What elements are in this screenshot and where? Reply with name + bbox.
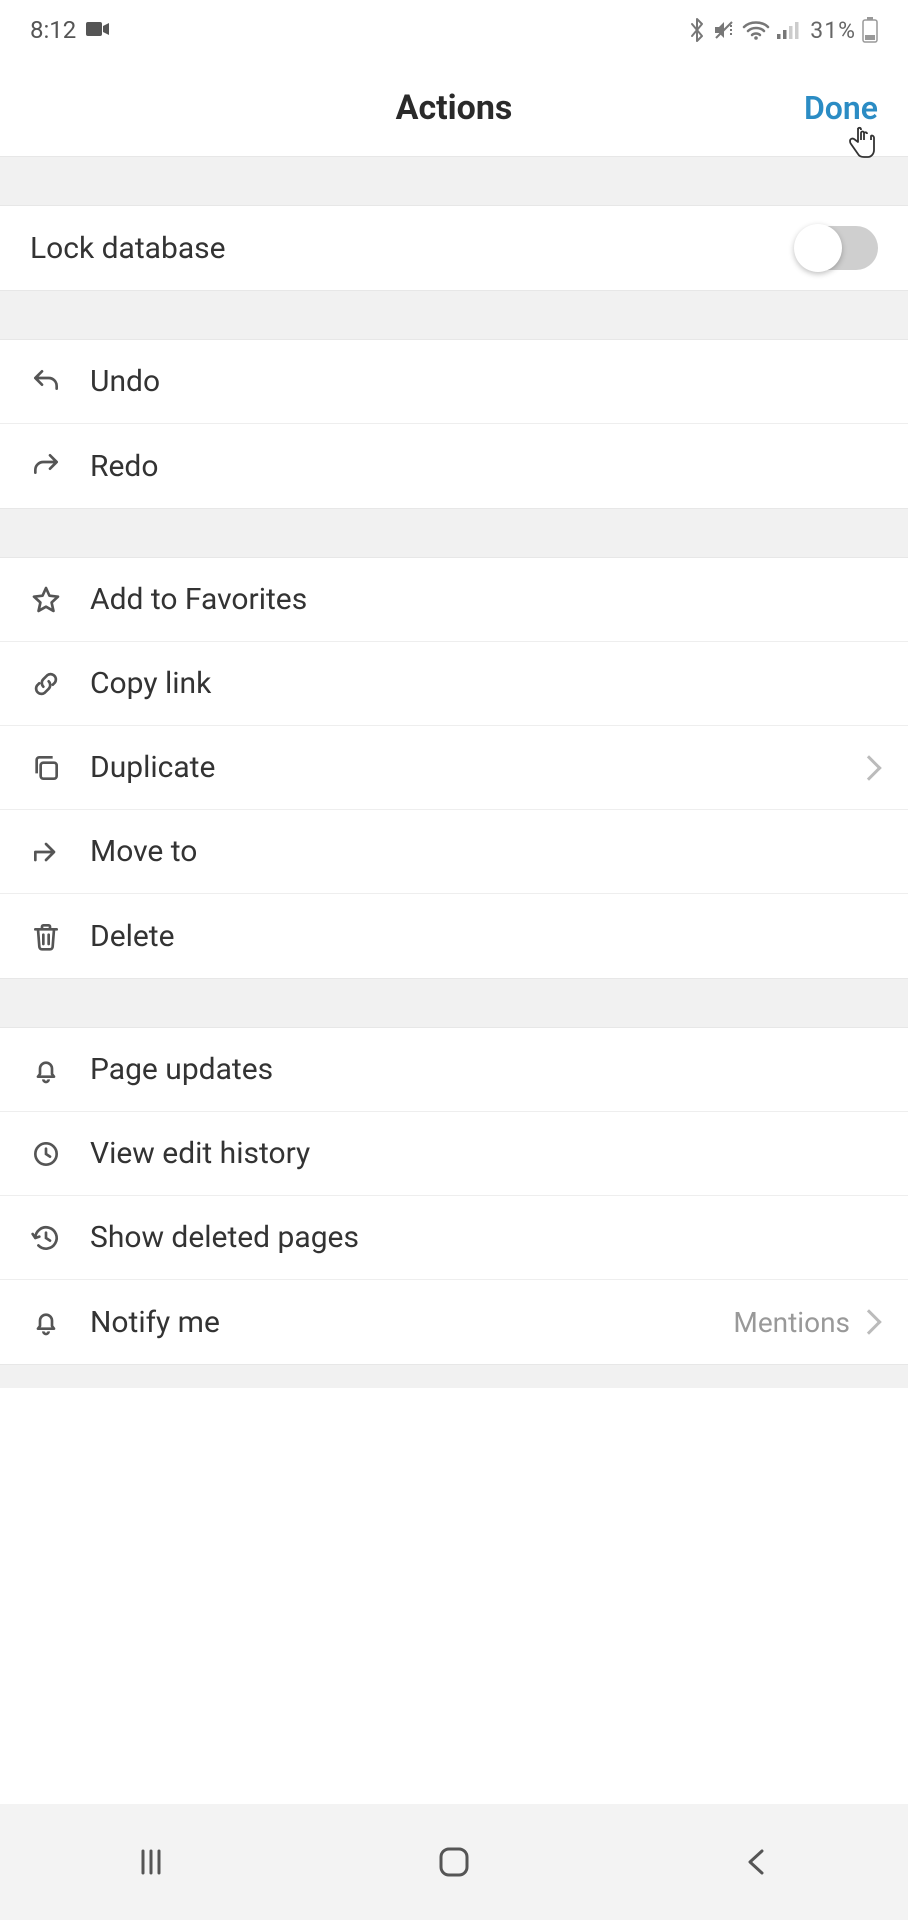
home-button[interactable]	[424, 1832, 484, 1892]
section-gap	[0, 508, 908, 558]
section-gap	[0, 290, 908, 340]
delete-row[interactable]: Delete	[0, 894, 908, 978]
camera-icon	[86, 16, 110, 44]
page-title: Actions	[396, 88, 513, 128]
add-to-favorites-row[interactable]: Add to Favorites	[0, 558, 908, 642]
trash-icon	[30, 920, 90, 952]
wifi-icon	[742, 19, 770, 41]
page-updates-row[interactable]: Page updates	[0, 1028, 908, 1112]
redo-label: Redo	[90, 449, 878, 484]
notify-me-label: Notify me	[90, 1305, 733, 1340]
lock-database-row[interactable]: Lock database	[0, 206, 908, 290]
duplicate-icon	[30, 752, 90, 784]
section-gap	[0, 978, 908, 1028]
notify-me-value: Mentions	[733, 1306, 850, 1339]
page-actions-group: Add to Favorites Copy link Duplicate Mov…	[0, 558, 908, 978]
signal-icon	[776, 20, 800, 40]
move-to-row[interactable]: Move to	[0, 810, 908, 894]
cursor-hand-icon	[844, 122, 878, 164]
bluetooth-icon	[688, 17, 706, 43]
delete-label: Delete	[90, 919, 878, 954]
view-edit-history-label: View edit history	[90, 1136, 878, 1171]
notifications-group: Page updates View edit history Show dele…	[0, 1028, 908, 1364]
section-gap	[0, 156, 908, 206]
vibrate-mute-icon	[712, 18, 736, 42]
duplicate-label: Duplicate	[90, 750, 860, 785]
star-icon	[30, 584, 90, 616]
history-restore-icon	[30, 1222, 90, 1254]
bell-icon	[30, 1054, 90, 1086]
actions-header: Actions Done	[0, 60, 908, 156]
back-button[interactable]	[727, 1832, 787, 1892]
undo-label: Undo	[90, 364, 878, 399]
recents-button[interactable]	[121, 1832, 181, 1892]
redo-icon	[30, 450, 90, 482]
status-time: 8:12	[30, 16, 76, 44]
undo-row[interactable]: Undo	[0, 340, 908, 424]
clock-icon	[30, 1138, 90, 1170]
battery-icon	[862, 17, 878, 43]
duplicate-row[interactable]: Duplicate	[0, 726, 908, 810]
chevron-right-icon	[860, 759, 878, 777]
android-navbar	[0, 1804, 908, 1920]
status-icons: 31%	[688, 17, 878, 44]
lock-database-toggle[interactable]	[800, 226, 878, 270]
undo-icon	[30, 366, 90, 398]
arrow-move-icon	[30, 836, 90, 868]
view-edit-history-row[interactable]: View edit history	[0, 1112, 908, 1196]
chevron-right-icon	[856, 1309, 881, 1334]
page-updates-label: Page updates	[90, 1052, 878, 1087]
show-deleted-pages-row[interactable]: Show deleted pages	[0, 1196, 908, 1280]
bell-icon	[30, 1306, 90, 1338]
notify-me-row[interactable]: Notify me Mentions	[0, 1280, 908, 1364]
toggle-knob	[794, 224, 842, 272]
redo-row[interactable]: Redo	[0, 424, 908, 508]
copy-link-label: Copy link	[90, 666, 878, 701]
move-to-label: Move to	[90, 834, 878, 869]
status-bar: 8:12 31%	[0, 0, 908, 60]
link-icon	[30, 668, 90, 700]
show-deleted-pages-label: Show deleted pages	[90, 1220, 878, 1255]
copy-link-row[interactable]: Copy link	[0, 642, 908, 726]
section-gap	[0, 1364, 908, 1388]
battery-percent: 31%	[810, 17, 856, 44]
history-group: Undo Redo	[0, 340, 908, 508]
add-to-favorites-label: Add to Favorites	[90, 582, 878, 617]
lock-database-label: Lock database	[30, 231, 800, 266]
